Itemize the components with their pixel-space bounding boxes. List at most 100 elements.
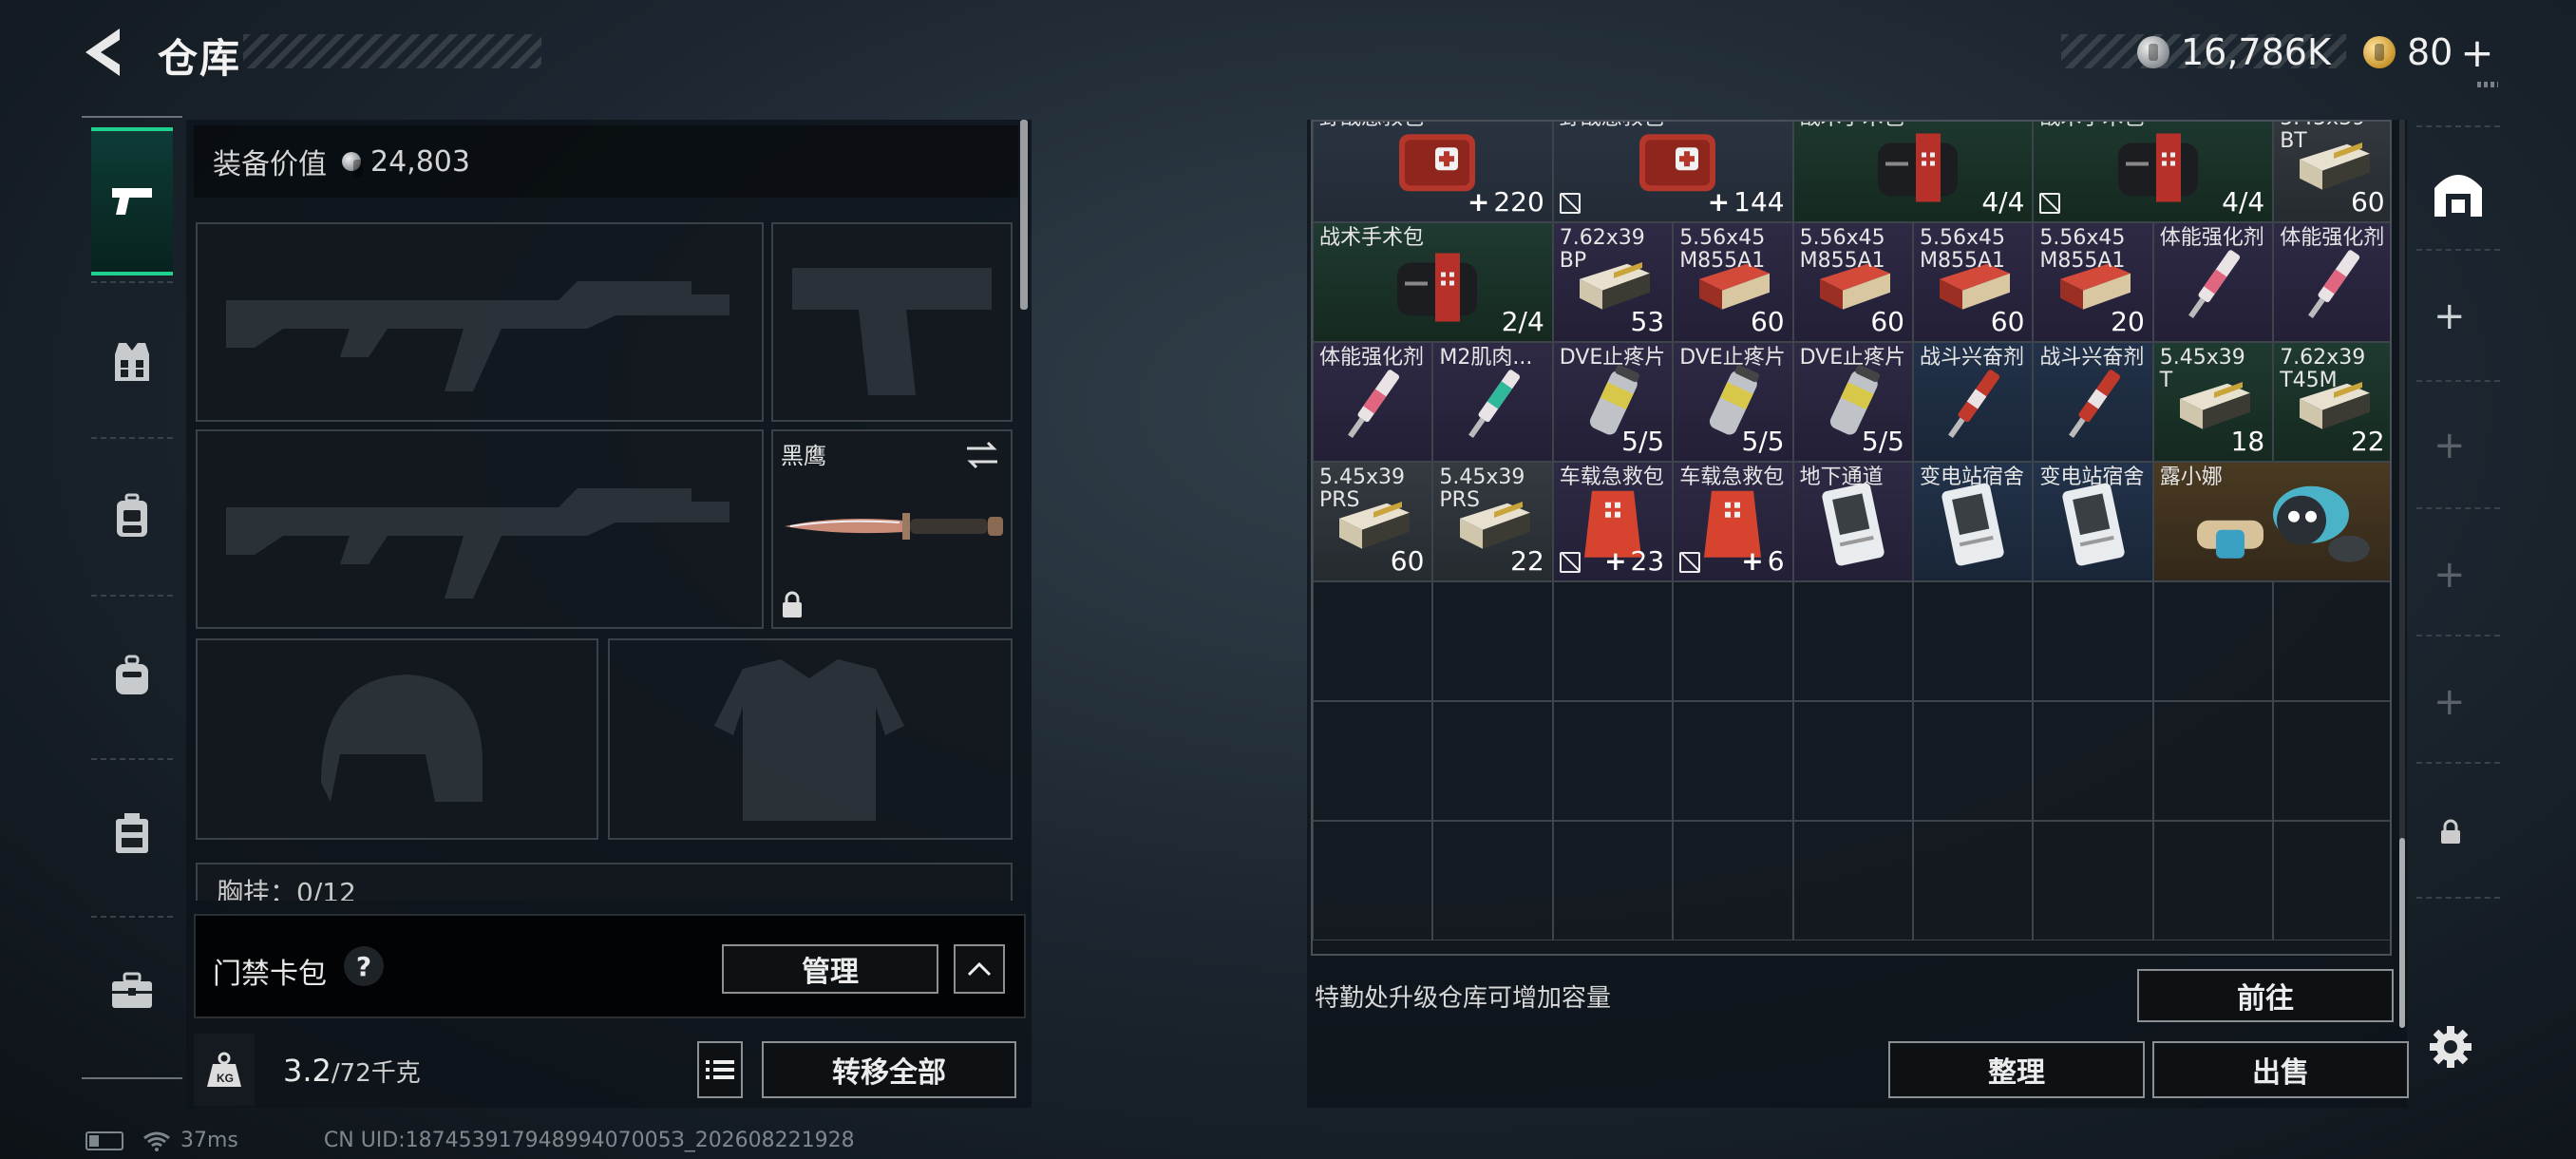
back-button[interactable]	[82, 25, 129, 80]
empty-slot[interactable]	[1673, 701, 1793, 821]
add-storage-icon[interactable]: +	[2434, 553, 2466, 597]
empty-slot[interactable]	[1432, 581, 1553, 701]
add-gold-icon[interactable]: +	[2460, 29, 2493, 76]
manage-button[interactable]: 管理	[722, 944, 938, 994]
empty-slot[interactable]	[2033, 701, 2153, 821]
storage-item[interactable]: 5.45x39 T 18	[2152, 342, 2274, 462]
help-icon[interactable]: ?	[344, 946, 384, 986]
pistol-slot[interactable]	[771, 222, 1013, 422]
empty-slot[interactable]	[1432, 701, 1553, 821]
storage-item[interactable]: 变电站宿舍	[2033, 462, 2153, 581]
storage-item[interactable]: 体能强化剂	[2273, 222, 2390, 342]
storage-item[interactable]: 7.62x39 T45M 22	[2273, 342, 2390, 462]
item-count: 4/4	[1981, 186, 2024, 218]
storage-item[interactable]: 车载急救包 +6	[1673, 462, 1793, 581]
melee-slot[interactable]: 黑鹰	[771, 429, 1013, 629]
storage-item[interactable]: 7.62x39 BP 53	[1552, 222, 1674, 342]
storage-item[interactable]: 地下通道	[1792, 462, 1913, 581]
nav-case[interactable]	[91, 762, 173, 904]
add-storage-icon[interactable]: +	[2434, 680, 2466, 724]
item-name: 5.45x39 PRS	[1439, 466, 1525, 512]
empty-slot[interactable]	[1313, 581, 1433, 701]
storage-item[interactable]: 体能强化剂	[1313, 342, 1433, 462]
storage-item[interactable]: 体能强化剂	[2152, 222, 2274, 342]
storage-item[interactable]: 车载急救包 +23	[1552, 462, 1674, 581]
helmet-slot[interactable]	[196, 638, 598, 840]
storage-item[interactable]: 战术手术包 2/4	[1313, 222, 1553, 342]
storage-item[interactable]: DVE止疼片 5/5	[1792, 342, 1913, 462]
primary-weapon-slot[interactable]	[196, 222, 764, 422]
sell-button[interactable]: 出售	[2152, 1041, 2409, 1098]
empty-slot[interactable]	[1673, 821, 1793, 940]
empty-slot[interactable]	[2152, 821, 2274, 940]
empty-slot[interactable]	[2033, 581, 2153, 701]
empty-slot[interactable]	[2033, 821, 2153, 940]
storage-item[interactable]: 战斗兴奋剂	[2033, 342, 2153, 462]
storage-item[interactable]: 5.45x39 PRS 60	[1313, 462, 1433, 581]
storage-scrollbar[interactable]	[2399, 838, 2405, 1028]
helmet-silhouette-icon	[321, 674, 483, 802]
nav-vest[interactable]	[91, 291, 173, 433]
empty-slot[interactable]	[1432, 821, 1553, 940]
empty-slot[interactable]	[2273, 701, 2390, 821]
storage-item[interactable]: M2肌肉...	[1432, 342, 1553, 462]
empty-slot[interactable]	[1792, 581, 1913, 701]
empty-slot[interactable]	[1313, 701, 1433, 821]
settings-icon[interactable]	[2428, 1024, 2473, 1070]
storage-item[interactable]: 5.45x39 PRS 22	[1432, 462, 1553, 581]
storage-item[interactable]: 野战急救包 +220	[1313, 122, 1553, 222]
storage-item[interactable]: 野战急救包 +144	[1552, 122, 1793, 222]
empty-slot[interactable]	[1792, 821, 1913, 940]
equipment-scrollbar[interactable]	[1020, 120, 1028, 310]
nav-pouch[interactable]	[91, 604, 173, 747]
nav-backpack[interactable]	[91, 445, 173, 587]
add-storage-icon[interactable]: +	[2434, 424, 2466, 467]
storage-grid[interactable]: 野战急救包 +220 野战急救包 +144 战术手术包 4/4 战术手术包 4/4 5.45x3…	[1311, 120, 2392, 956]
empty-slot[interactable]	[1552, 701, 1674, 821]
empty-slot[interactable]	[2273, 821, 2390, 940]
item-count: 60	[1991, 306, 2025, 337]
collapse-button[interactable]	[954, 944, 1005, 994]
empty-slot[interactable]	[2152, 701, 2274, 821]
storage-item[interactable]: 5.56x45 M855A1 60	[1673, 222, 1793, 342]
armor-slot[interactable]	[608, 638, 1013, 840]
rnav-storage[interactable]	[2418, 158, 2498, 226]
storage-item[interactable]: 战术手术包 4/4	[1792, 122, 2034, 222]
nav-toolbox[interactable]	[91, 920, 173, 1062]
empty-slot[interactable]	[1792, 701, 1913, 821]
empty-slot[interactable]	[1313, 821, 1433, 940]
storage-item[interactable]: DVE止疼片 5/5	[1552, 342, 1674, 462]
goto-button[interactable]: 前往	[2137, 969, 2394, 1022]
empty-slot[interactable]	[1673, 581, 1793, 701]
rnav-divider	[2416, 380, 2500, 382]
chest-rig-slot[interactable]: 胸挂：0/12	[196, 863, 1013, 901]
empty-slot[interactable]	[1913, 701, 2034, 821]
sort-button[interactable]: 整理	[1888, 1041, 2145, 1098]
storage-item[interactable]: 5.56x45 M855A1 20	[2033, 222, 2153, 342]
storage-item[interactable]: 战术手术包 4/4	[2033, 122, 2274, 222]
storage-item[interactable]: 露小娜	[2152, 462, 2390, 581]
keycard-icon	[2055, 479, 2131, 574]
list-view-button[interactable]	[697, 1041, 743, 1098]
nav-weapon[interactable]	[91, 127, 173, 276]
empty-slot[interactable]	[1552, 821, 1674, 940]
storage-item[interactable]: 5.56x45 M855A1 60	[1913, 222, 2034, 342]
empty-slot[interactable]	[1913, 581, 2034, 701]
swap-icon[interactable]	[963, 439, 1001, 471]
empty-slot[interactable]	[2273, 581, 2390, 701]
blackkit-icon	[1861, 124, 1965, 210]
weight-icon: KG	[207, 1052, 241, 1087]
secondary-weapon-slot[interactable]	[196, 429, 764, 629]
add-storage-icon[interactable]: +	[2434, 294, 2466, 338]
storage-item[interactable]: 战斗兴奋剂	[1913, 342, 2034, 462]
storage-item[interactable]: 5.45x39 BT 60	[2273, 122, 2390, 222]
transfer-all-button[interactable]: 转移全部	[762, 1041, 1016, 1098]
gold-currency[interactable]: 80 +	[2363, 28, 2494, 76]
empty-slot[interactable]	[1552, 581, 1674, 701]
empty-slot[interactable]	[1913, 821, 2034, 940]
pistol-icon	[112, 188, 152, 215]
storage-item[interactable]: 5.56x45 M855A1 60	[1792, 222, 1913, 342]
storage-item[interactable]: 变电站宿舍	[1913, 462, 2034, 581]
storage-item[interactable]: DVE止疼片 5/5	[1673, 342, 1793, 462]
empty-slot[interactable]	[2152, 581, 2274, 701]
